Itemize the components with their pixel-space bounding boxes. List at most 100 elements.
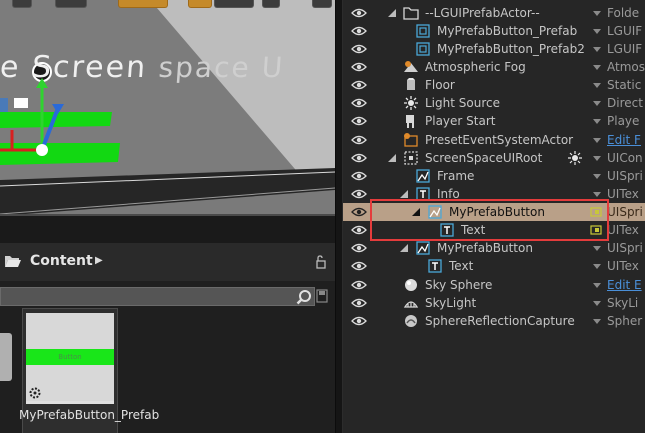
visibility-eye-icon[interactable] bbox=[351, 207, 367, 217]
visibility-eye-icon[interactable] bbox=[351, 135, 367, 145]
visibility-eye-icon[interactable] bbox=[351, 298, 367, 308]
asset-tile-partial[interactable] bbox=[0, 333, 12, 381]
search-icon[interactable] bbox=[296, 289, 312, 305]
viewport-toolbar-button[interactable] bbox=[312, 0, 332, 8]
path-arrow-icon[interactable]: ▶ bbox=[95, 255, 103, 266]
highlight-box bbox=[370, 199, 609, 241]
panel-splitter[interactable] bbox=[335, 0, 343, 433]
type-dropdown-icon[interactable] bbox=[593, 156, 601, 161]
type-dropdown-icon[interactable] bbox=[593, 119, 601, 124]
visibility-eye-icon[interactable] bbox=[351, 116, 367, 126]
outliner-row[interactable]: MyPrefabButton_Prefab2 LGUIF bbox=[343, 40, 645, 58]
thumbnail-button-label: Button bbox=[26, 349, 114, 365]
outliner-row[interactable]: PresetEventSystemActor Edit F bbox=[343, 131, 645, 149]
viewport-toolbar-button[interactable] bbox=[12, 0, 32, 8]
type-dropdown-icon[interactable] bbox=[593, 47, 601, 52]
expand-arrow-icon[interactable] bbox=[387, 153, 397, 163]
asset-name: MyPrefabButton_Prefab bbox=[19, 408, 160, 422]
visibility-eye-icon[interactable] bbox=[351, 171, 367, 181]
visibility-eye-icon[interactable] bbox=[351, 98, 367, 108]
visibility-eye-icon[interactable] bbox=[351, 8, 367, 18]
outliner-row[interactable]: Atmospheric Fog Atmos bbox=[343, 58, 645, 76]
visibility-eye-icon[interactable] bbox=[351, 26, 367, 36]
folder-open-icon bbox=[5, 256, 21, 267]
outliner-row-label: MyPrefabButton_Prefab bbox=[437, 24, 578, 38]
edit-blueprint-link[interactable]: Edit E bbox=[607, 278, 642, 292]
visibility-eye-icon[interactable] bbox=[351, 243, 367, 253]
type-dropdown-icon[interactable] bbox=[593, 11, 601, 16]
outliner-row[interactable]: Light Source Direct bbox=[343, 94, 645, 112]
type-dropdown-icon[interactable] bbox=[593, 101, 601, 106]
level-viewport[interactable]: e Screen space U bbox=[0, 0, 335, 216]
expand-arrow-icon[interactable] bbox=[387, 8, 397, 18]
outliner-row[interactable]: --LGUIPrefabActor-- Folde bbox=[343, 4, 645, 22]
outliner-row[interactable]: Frame UISpri bbox=[343, 167, 645, 185]
outliner-row-type: Spher bbox=[607, 314, 643, 328]
visibility-eye-icon[interactable] bbox=[351, 44, 367, 54]
outliner-row-label: Light Source bbox=[425, 96, 500, 110]
content-path-root[interactable]: Content bbox=[30, 253, 93, 269]
type-dropdown-icon[interactable] bbox=[593, 29, 601, 34]
sprite-icon bbox=[416, 169, 430, 183]
visibility-eye-icon[interactable] bbox=[351, 280, 367, 290]
type-dropdown-icon[interactable] bbox=[593, 246, 601, 251]
outliner-row[interactable]: SphereReflectionCapture Spher bbox=[343, 312, 645, 330]
type-dropdown-icon[interactable] bbox=[593, 138, 601, 143]
expand-arrow-icon[interactable] bbox=[399, 243, 409, 253]
viewport-toolbar-button[interactable] bbox=[118, 0, 168, 8]
type-dropdown-icon[interactable] bbox=[593, 83, 601, 88]
asset-tile[interactable]: Button MyPrefabButton_Prefab bbox=[19, 308, 159, 433]
outliner-row-label: Player Start bbox=[425, 114, 496, 128]
lock-icon[interactable] bbox=[313, 255, 327, 269]
outliner-row[interactable]: SkyLight SkyLi bbox=[343, 294, 645, 312]
outliner-row[interactable]: Player Start Playe bbox=[343, 112, 645, 130]
outliner-row-type: SkyLi bbox=[607, 296, 639, 310]
visibility-eye-icon[interactable] bbox=[351, 62, 367, 72]
expand-arrow-icon[interactable] bbox=[399, 189, 409, 199]
reflection-capture-icon bbox=[405, 315, 417, 327]
content-path-bar: Content ▶ bbox=[0, 243, 335, 281]
outliner-row[interactable]: MyPrefabButton_Prefab LGUIF bbox=[343, 22, 645, 40]
outliner-row[interactable]: Text UITex bbox=[343, 257, 645, 275]
type-dropdown-icon[interactable] bbox=[593, 319, 601, 324]
viewport-toolbar-button[interactable] bbox=[188, 0, 212, 8]
visibility-eye-icon[interactable] bbox=[351, 261, 367, 271]
viewport-toolbar-button[interactable] bbox=[214, 0, 254, 8]
viewport-toolbar-button[interactable] bbox=[55, 0, 87, 8]
save-search-icon[interactable] bbox=[316, 289, 328, 303]
ui-root-icon bbox=[404, 151, 418, 165]
outliner-row-label: MyPrefabButton_Prefab2 bbox=[437, 42, 585, 56]
outliner-row-type: UITex bbox=[607, 187, 639, 201]
visibility-eye-icon[interactable] bbox=[351, 153, 367, 163]
sprite-icon bbox=[416, 241, 430, 255]
type-dropdown-icon[interactable] bbox=[593, 174, 601, 179]
outliner-row[interactable]: Sky Sphere Edit E bbox=[343, 276, 645, 294]
visibility-eye-icon[interactable] bbox=[351, 225, 367, 235]
outliner-row-type: LGUIF bbox=[607, 42, 643, 56]
edit-blueprint-link[interactable]: Edit F bbox=[607, 133, 641, 147]
outliner-row[interactable]: Floor Static bbox=[343, 76, 645, 94]
fog-icon bbox=[404, 61, 418, 72]
outliner-row[interactable]: MyPrefabButton UISpri bbox=[343, 239, 645, 257]
visibility-eye-icon[interactable] bbox=[351, 189, 367, 199]
type-dropdown-icon[interactable] bbox=[593, 283, 601, 288]
text-icon bbox=[428, 259, 442, 273]
outliner-row-type: Folde bbox=[607, 6, 640, 20]
type-dropdown-icon[interactable] bbox=[593, 301, 601, 306]
viewport-toolbar-button[interactable] bbox=[262, 0, 280, 8]
visibility-eye-icon[interactable] bbox=[351, 80, 367, 90]
outliner-row[interactable]: ScreenSpaceUIRoot UICon bbox=[343, 149, 645, 167]
outliner-row-type: UICon bbox=[607, 151, 643, 165]
outliner-row-label: Floor bbox=[425, 78, 455, 92]
player-start-icon bbox=[406, 115, 414, 128]
outliner-row-type: UISpri bbox=[607, 169, 643, 183]
visibility-eye-icon[interactable] bbox=[351, 316, 367, 326]
type-dropdown-icon[interactable] bbox=[593, 264, 601, 269]
type-dropdown-icon[interactable] bbox=[593, 192, 601, 197]
outliner-row-type: UISpri bbox=[607, 241, 643, 255]
type-dropdown-icon[interactable] bbox=[593, 65, 601, 70]
outliner-row-type: Playe bbox=[607, 114, 640, 128]
asset-search-input[interactable] bbox=[0, 287, 315, 306]
prefab-icon bbox=[416, 24, 430, 38]
actor-icon bbox=[404, 133, 418, 147]
